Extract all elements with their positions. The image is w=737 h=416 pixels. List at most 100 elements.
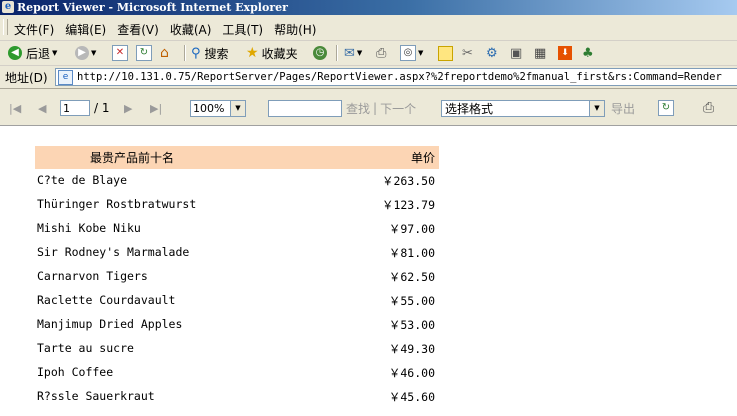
product-price: ￥123.79	[381, 198, 435, 212]
menu-tools[interactable]: 工具(T)	[220, 21, 272, 38]
forward-arrow-icon: ▶	[75, 46, 89, 60]
find-next-link[interactable]: 下一个	[380, 100, 416, 117]
last-page-button[interactable]: ▶|	[150, 99, 162, 117]
next-page-button[interactable]: ▶	[124, 99, 132, 117]
home-button[interactable]: ⌂	[160, 44, 169, 62]
menu-file[interactable]: 文件(F)	[12, 21, 63, 38]
menu-edit[interactable]: 编辑(E)	[63, 21, 115, 38]
product-name: Sir Rodney's Marmalade	[37, 245, 190, 259]
menu-bar: 文件(F) 编辑(E) 查看(V) 收藏(A) 工具(T) 帮助(H)	[0, 15, 737, 41]
download-icon: ⬇	[558, 46, 572, 60]
tool-button-3[interactable]: ⬇	[558, 44, 572, 62]
grid-icon: ▦	[534, 45, 547, 61]
table-row: Raclette Courdavault ￥55.00	[35, 289, 439, 313]
title-bar: e Report Viewer - Microsoft Internet Expl…	[0, 0, 737, 15]
page-number-input[interactable]: 1	[60, 100, 90, 116]
discuss-button[interactable]	[438, 44, 453, 62]
menu-help[interactable]: 帮助(H)	[272, 21, 325, 38]
product-name: C?te de Blaye	[37, 173, 128, 187]
product-name: Mishi Kobe Niku	[37, 221, 141, 235]
favorites-button[interactable]: ★ 收藏夹	[246, 44, 298, 62]
edit-dropdown-icon[interactable]: ▼	[418, 49, 423, 57]
find-input[interactable]	[268, 99, 342, 117]
prev-page-icon: ◀	[38, 101, 47, 115]
last-page-icon: ▶|	[150, 101, 163, 115]
zoom-value: 100%	[193, 101, 225, 115]
product-name: Ipoh Coffee	[37, 365, 114, 379]
edit-page-icon: ◎	[400, 45, 416, 61]
favorites-star-icon: ★	[246, 45, 259, 61]
first-page-button[interactable]: |◀	[9, 99, 21, 117]
edit-button[interactable]: ◎ ▼	[400, 44, 423, 62]
refresh-icon: ↻	[136, 45, 152, 61]
menu-view[interactable]: 查看(V)	[115, 21, 168, 38]
search-label: 搜索	[204, 46, 229, 61]
forward-dropdown-icon[interactable]: ▼	[91, 49, 96, 57]
messenger-button[interactable]: ✂	[462, 44, 473, 62]
product-name: Manjimup Dried Apples	[37, 317, 183, 331]
search-button[interactable]: ⚲ 搜索	[191, 44, 229, 62]
prev-page-button[interactable]: ◀	[38, 99, 46, 117]
export-format-value: 选择格式	[445, 101, 494, 116]
product-price: ￥263.50	[381, 174, 435, 188]
refresh-report-button[interactable]: ↻	[658, 99, 674, 117]
print-report-button[interactable]: ⎙	[703, 99, 714, 117]
table-row: Mishi Kobe Niku ￥97.00	[35, 217, 439, 241]
product-price: ￥46.00	[388, 366, 435, 380]
format-dropdown-icon[interactable]: ▼	[589, 100, 604, 116]
print-button[interactable]: ⎙	[376, 44, 386, 62]
window-title: Report Viewer - Microsoft Internet Explo…	[17, 1, 288, 14]
mail-dropdown-icon[interactable]: ▼	[357, 49, 362, 57]
product-name: Raclette Courdavault	[37, 293, 176, 307]
research-button[interactable]: ⚙	[486, 44, 498, 62]
column-header-price: 单价	[410, 151, 435, 165]
stop-button[interactable]: ✕	[112, 44, 128, 62]
table-row: Sir Rodney's Marmalade ￥81.00	[35, 241, 439, 265]
zoom-dropdown-icon[interactable]: ▼	[230, 100, 245, 116]
table-row: Ipoh Coffee ￥46.00	[35, 361, 439, 385]
product-price: ￥49.30	[388, 342, 435, 356]
search-icon: ⚲	[191, 45, 201, 61]
column-header-product: 最贵产品前十名	[90, 151, 175, 165]
refresh-report-icon: ↻	[658, 100, 674, 116]
tool-button-4[interactable]: ♣	[582, 44, 594, 62]
address-label: 地址(D)	[5, 71, 48, 85]
find-link[interactable]: 查找	[346, 100, 370, 117]
discuss-icon	[438, 45, 453, 61]
first-page-icon: |◀	[9, 101, 22, 115]
mail-button[interactable]: ✉ ▼	[344, 44, 362, 62]
export-link[interactable]: 导出	[611, 100, 635, 117]
history-button[interactable]: ◷	[313, 44, 327, 62]
export-format-select[interactable]: 选择格式 ▼	[441, 99, 605, 117]
product-price: ￥81.00	[388, 246, 435, 260]
product-price: ￥55.00	[388, 294, 435, 308]
page-icon: e	[58, 69, 73, 85]
zoom-select[interactable]: 100% ▼	[190, 99, 246, 117]
back-arrow-icon: ◀	[8, 46, 22, 60]
print-report-icon: ⎙	[703, 100, 715, 116]
menu-grip	[3, 19, 8, 35]
research-icon: ⚙	[486, 45, 498, 61]
back-label: 后退	[26, 46, 51, 61]
page-total: / 1	[94, 101, 110, 115]
refresh-button[interactable]: ↻	[136, 44, 152, 62]
back-button[interactable]: ◀ 后退 ▼	[8, 44, 57, 62]
menu-favorites[interactable]: 收藏(A)	[168, 21, 221, 38]
tool-button-2[interactable]: ▦	[534, 44, 546, 62]
table-row: Tarte au sucre ￥49.30	[35, 337, 439, 361]
home-icon: ⌂	[160, 45, 169, 61]
print-icon: ⎙	[376, 45, 387, 61]
product-name: Thüringer Rostbratwurst	[37, 197, 197, 211]
report-body: 最贵产品前十名 单价 C?te de Blaye ￥263.50 Thüring…	[0, 126, 737, 416]
product-name: Carnarvon Tigers	[37, 269, 148, 283]
table-row: C?te de Blaye ￥263.50	[35, 169, 439, 193]
back-dropdown-icon[interactable]: ▼	[52, 49, 57, 57]
tool-button-1[interactable]: ▣	[510, 44, 522, 62]
address-field[interactable]: e http://10.131.0.75/ReportServer/Pages/…	[55, 68, 737, 86]
report-table-header: 最贵产品前十名 单价	[35, 146, 439, 169]
addon-icon: ♣	[582, 45, 594, 61]
address-bar: 地址(D) e http://10.131.0.75/ReportServer/…	[0, 66, 737, 89]
toolbar-separator	[184, 45, 186, 61]
forward-button[interactable]: ▶ ▼	[75, 44, 96, 62]
address-url[interactable]: http://10.131.0.75/ReportServer/Pages/Re…	[77, 71, 722, 83]
